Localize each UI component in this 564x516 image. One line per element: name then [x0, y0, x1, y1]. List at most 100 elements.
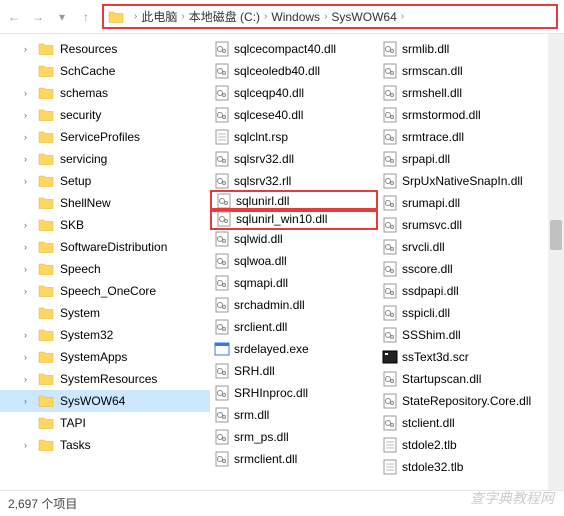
forward-button[interactable]: → — [30, 9, 46, 25]
file-name: sqlunirl.dll — [236, 194, 289, 208]
tree-item-system[interactable]: System — [0, 302, 210, 324]
tree-item-systemapps[interactable]: ›SystemApps — [0, 346, 210, 368]
file-list[interactable]: sqlcecompact40.dllsqlceoledb40.dllsqlceq… — [210, 34, 564, 500]
tree-item-softwaredistribution[interactable]: ›SoftwareDistribution — [0, 236, 210, 258]
breadcrumb-item[interactable]: SysWOW64 — [331, 10, 396, 24]
file-name: srmlib.dll — [402, 42, 449, 56]
file-item[interactable]: srumsvc.dll — [378, 214, 558, 236]
tree-item-shellnew[interactable]: ShellNew — [0, 192, 210, 214]
file-item[interactable]: srmtrace.dll — [378, 126, 558, 148]
file-item[interactable]: ssText3d.scr — [378, 346, 558, 368]
file-item[interactable]: ssdpapi.dll — [378, 280, 558, 302]
expand-icon[interactable]: › — [24, 242, 36, 252]
up-button[interactable]: ↑ — [78, 9, 94, 25]
file-name: srmtrace.dll — [402, 130, 464, 144]
file-item[interactable]: sqlceoledb40.dll — [210, 60, 378, 82]
tree-item-servicing[interactable]: ›servicing — [0, 148, 210, 170]
tree-item-tapi[interactable]: TAPI — [0, 412, 210, 434]
file-item[interactable]: sqlsrv32.rll — [210, 170, 378, 192]
file-item[interactable]: srmclient.dll — [210, 448, 378, 470]
file-item[interactable]: sqmapi.dll — [210, 272, 378, 294]
file-item[interactable]: srmlib.dll — [378, 38, 558, 60]
tree-item-systemresources[interactable]: ›SystemResources — [0, 368, 210, 390]
tree-item-security[interactable]: › security — [0, 104, 210, 126]
file-item[interactable]: srmstormod.dll — [378, 104, 558, 126]
file-item[interactable]: stdole2.tlb — [378, 434, 558, 456]
file-name: SRHInproc.dll — [234, 386, 308, 400]
file-item[interactable]: srchadmin.dll — [210, 294, 378, 316]
file-item[interactable]: sqlclnt.rsp — [210, 126, 378, 148]
file-item[interactable]: sqlcecompact40.dll — [210, 38, 378, 60]
tree-item-speech[interactable]: ›Speech — [0, 258, 210, 280]
file-name: sqlclnt.rsp — [234, 130, 288, 144]
breadcrumb-item[interactable]: 本地磁盘 (C:) — [189, 8, 260, 25]
expand-icon[interactable]: › — [24, 88, 36, 98]
expand-icon[interactable]: › — [24, 330, 36, 340]
file-item[interactable]: sqlwoa.dll — [210, 250, 378, 272]
expand-icon[interactable]: › — [24, 440, 36, 450]
expand-icon[interactable]: › — [24, 110, 36, 120]
file-item[interactable]: sqlcese40.dll — [210, 104, 378, 126]
folder-icon — [108, 10, 124, 24]
tree-item-tasks[interactable]: ›Tasks — [0, 434, 210, 456]
tree-label: Setup — [60, 174, 91, 188]
tree-item-resources[interactable]: ›Resources — [0, 38, 210, 60]
file-item[interactable]: SRHInproc.dll — [210, 382, 378, 404]
breadcrumb-item[interactable]: Windows — [271, 10, 320, 24]
file-item[interactable]: srm.dll — [210, 404, 378, 426]
file-item[interactable]: sqlwid.dll — [210, 228, 378, 250]
tree-item-skb[interactable]: › SKB — [0, 214, 210, 236]
file-icon — [214, 129, 230, 145]
file-item[interactable]: srmscan.dll — [378, 60, 558, 82]
expand-icon[interactable]: › — [24, 154, 36, 164]
expand-icon[interactable]: › — [24, 264, 36, 274]
file-item[interactable]: StateRepository.Core.dll — [378, 390, 558, 412]
file-item[interactable]: SSShim.dll — [378, 324, 558, 346]
file-name: sqlwid.dll — [234, 232, 283, 246]
tree-label: security — [60, 108, 101, 122]
back-button[interactable]: ← — [6, 9, 22, 25]
tree-item-syswow64[interactable]: ›SysWOW64 — [0, 390, 210, 412]
file-item[interactable]: srmshell.dll — [378, 82, 558, 104]
file-item[interactable]: SrpUxNativeSnapIn.dll — [378, 170, 558, 192]
tree-label: ServiceProfiles — [60, 130, 140, 144]
file-item[interactable]: stdole32.tlb — [378, 456, 558, 478]
tree-item-speech_onecore[interactable]: ›Speech_OneCore — [0, 280, 210, 302]
tree-item-serviceprofiles[interactable]: › ServiceProfiles — [0, 126, 210, 148]
file-item[interactable]: SRH.dll — [210, 360, 378, 382]
file-item[interactable]: stclient.dll — [378, 412, 558, 434]
expand-icon[interactable]: › — [24, 286, 36, 296]
tree-item-schcache[interactable]: SchCache — [0, 60, 210, 82]
dll-icon — [216, 211, 232, 227]
scrollbar[interactable] — [548, 34, 564, 500]
file-item[interactable]: srclient.dll — [210, 316, 378, 338]
file-item[interactable]: srpapi.dll — [378, 148, 558, 170]
tree-item-setup[interactable]: › Setup — [0, 170, 210, 192]
file-item[interactable]: sqlceqp40.dll — [210, 82, 378, 104]
file-item[interactable]: Startupscan.dll — [378, 368, 558, 390]
file-item[interactable]: srumapi.dll — [378, 192, 558, 214]
breadcrumb-item[interactable]: 此电脑 — [141, 8, 177, 25]
history-dropdown[interactable]: ▾ — [54, 9, 70, 25]
file-item[interactable]: sscore.dll — [378, 258, 558, 280]
expand-icon[interactable]: › — [24, 44, 36, 54]
expand-icon[interactable]: › — [24, 396, 36, 406]
dll-icon — [214, 429, 230, 445]
scroll-thumb[interactable] — [550, 220, 562, 250]
file-item[interactable]: srvcli.dll — [378, 236, 558, 258]
expand-icon[interactable]: › — [24, 176, 36, 186]
file-item[interactable]: srdelayed.exe — [210, 338, 378, 360]
file-item[interactable]: sqlsrv32.dll — [210, 148, 378, 170]
tree-item-system32[interactable]: ›System32 — [0, 324, 210, 346]
file-item[interactable]: srm_ps.dll — [210, 426, 378, 448]
folder-tree[interactable]: ›ResourcesSchCache›schemas›security›Serv… — [0, 34, 210, 500]
file-item[interactable]: sspicli.dll — [378, 302, 558, 324]
tree-item-schemas[interactable]: ›schemas — [0, 82, 210, 104]
expand-icon[interactable]: › — [24, 220, 36, 230]
expand-icon[interactable]: › — [24, 352, 36, 362]
tree-label: SKB — [60, 218, 84, 232]
expand-icon[interactable]: › — [24, 132, 36, 142]
expand-icon[interactable]: › — [24, 374, 36, 384]
breadcrumb[interactable]: › 此电脑 › 本地磁盘 (C:) › Windows › SysWOW64 › — [102, 4, 558, 29]
file-item[interactable]: sqlunirl_win10.dll — [210, 208, 378, 230]
